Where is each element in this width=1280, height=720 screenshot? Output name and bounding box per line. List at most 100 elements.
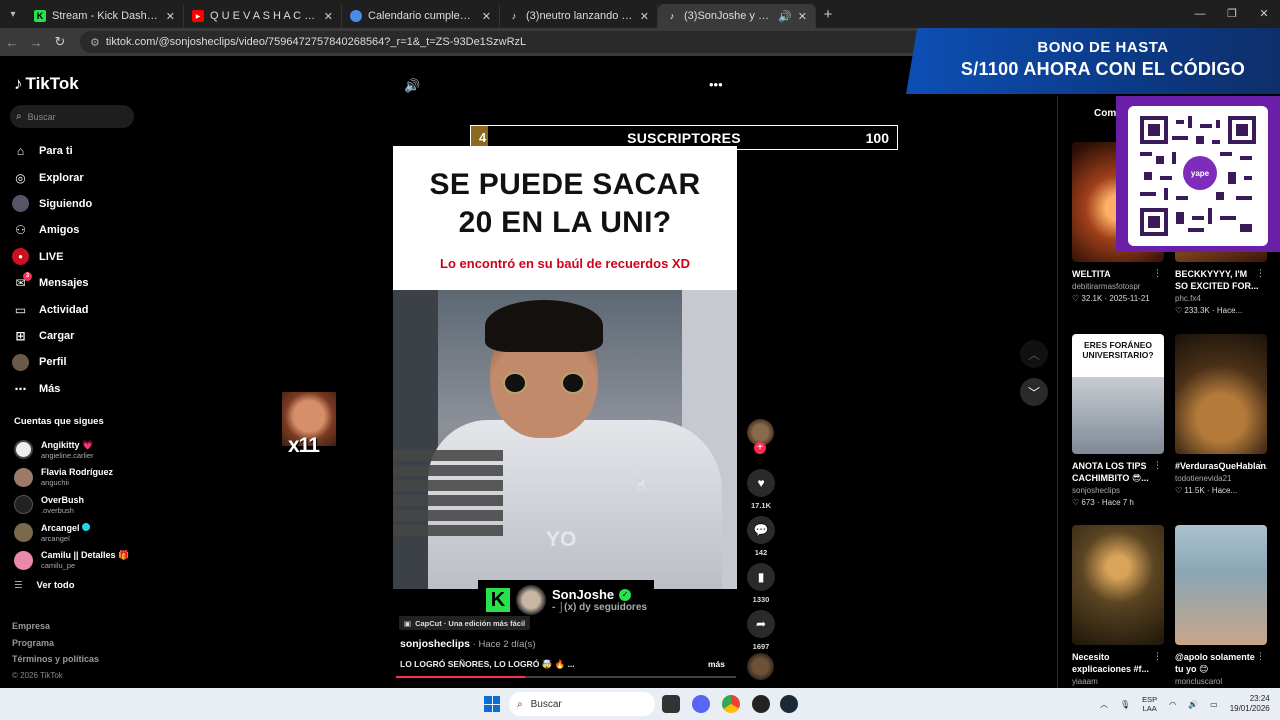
nav-mensajes[interactable]: ✉ 3 Mensajes	[12, 270, 142, 296]
video-player[interactable]: SE PUEDE SACAR 20 EN LA UNI? Lo encontró…	[393, 146, 737, 589]
comment-button[interactable]: 💬 142	[743, 516, 779, 557]
following-account[interactable]: OverBush .overbush	[14, 491, 144, 519]
music-disc-avatar[interactable]	[747, 653, 774, 680]
reload-icon[interactable]: ↻	[48, 34, 72, 50]
clock[interactable]: 23:24 19/01/2026	[1230, 694, 1270, 714]
nav-mas[interactable]: ⋯ Más	[12, 376, 142, 402]
verified-icon	[82, 522, 91, 531]
windows-taskbar: ⌕ Buscar ︿ 🎙 ESP LAA ◠ 🔊 ▭ 23:24 19/01/2026…	[0, 688, 1280, 720]
obs-icon[interactable]	[752, 695, 770, 713]
headline-line: 20 EN LA UNI?	[458, 206, 672, 239]
microphone-icon[interactable]: 🎙	[1120, 700, 1130, 709]
save-button[interactable]: ▮ 1330	[743, 563, 779, 604]
close-icon[interactable]: ✕	[166, 10, 175, 23]
activity-icon: ▭	[14, 302, 27, 317]
like-button[interactable]: ♥ 17.1K	[743, 469, 779, 510]
related-video[interactable]: @apolo solamente tu yo 😊 moncluscarol ⋮	[1175, 525, 1267, 686]
nav-live[interactable]: ● LIVE	[12, 244, 142, 270]
more-icon[interactable]: ⋮	[1256, 651, 1265, 662]
see-all-link[interactable]: ☰ Ver todo	[14, 580, 75, 591]
more-icon[interactable]: ⋮	[1153, 651, 1162, 662]
related-video-stats: ♡ 673 · Hace 7 h	[1072, 498, 1134, 507]
video-author[interactable]: sonjosheclips	[400, 638, 470, 650]
account-name: Angikitty 💗	[41, 439, 94, 450]
qr-code-panel: yape	[1116, 96, 1280, 252]
promo-banner[interactable]: BONO DE HASTA S/1100 AHORA CON EL CÓDIGO	[906, 28, 1280, 94]
follow-plus-icon[interactable]: +	[754, 442, 766, 454]
video-progress-bar[interactable]	[396, 676, 736, 678]
new-tab-button[interactable]: +	[816, 6, 840, 23]
footer-link[interactable]: Programa	[12, 635, 99, 652]
video-caption: LO LOGRÓ SEÑORES, LO LOGRÓ 🤯 🔥 ...	[400, 659, 575, 669]
volume-icon[interactable]: 🔊	[404, 78, 420, 94]
related-video[interactable]: #VerdurasQueHablan... todotienevida21 ♡ …	[1175, 334, 1267, 495]
wifi-icon[interactable]: ◠	[1169, 700, 1176, 709]
more-icon[interactable]: ⋮	[1256, 460, 1265, 471]
speaker-icon[interactable]: 🔊	[778, 10, 792, 23]
nav-amigos[interactable]: ⚇ Amigos	[12, 217, 142, 243]
tab-search-chevron-icon[interactable]: ▾	[0, 0, 26, 28]
video-frame: YO	[393, 290, 737, 589]
close-icon[interactable]: ✕	[324, 10, 333, 23]
following-account[interactable]: Flavia Rodríguez anguchii	[14, 464, 144, 492]
discord-icon[interactable]	[692, 695, 710, 713]
minimize-icon[interactable]: —	[1184, 0, 1216, 28]
video-author-row: sonjosheclips · Hace 2 día(s)	[400, 638, 536, 650]
site-info-icon[interactable]: ⚙	[90, 36, 100, 49]
close-icon[interactable]: ✕	[482, 10, 491, 23]
channel-name: SonJoshe	[552, 587, 615, 602]
nav-perfil[interactable]: Perfil	[12, 349, 142, 375]
chrome-icon[interactable]	[722, 695, 740, 713]
back-icon[interactable]: ←	[0, 35, 24, 50]
account-name: Flavia Rodríguez	[41, 467, 114, 478]
forward-icon[interactable]: →	[24, 35, 48, 50]
previous-video-button[interactable]: ︿	[1020, 340, 1048, 368]
taskbar-search[interactable]: ⌕ Buscar	[509, 692, 655, 716]
maximize-icon[interactable]: ❐	[1216, 0, 1248, 28]
tab-title: Q U E V A S H A C E R H O Y ?	[210, 10, 318, 22]
panel-divider	[1057, 96, 1058, 688]
account-handle: .overbush	[41, 505, 74, 515]
task-view-icon[interactable]	[662, 695, 680, 713]
language-indicator[interactable]: ESP LAA	[1142, 695, 1157, 713]
footer-link[interactable]: Términos y políticas	[12, 651, 99, 668]
windows-start-icon[interactable]	[484, 696, 500, 712]
related-video[interactable]: ERES FORÁNEO UNIVERSITARIO? ANOTA LOS TI…	[1072, 334, 1164, 507]
browser-tab[interactable]: K Stream - Kick Dashboard ✕	[26, 4, 184, 28]
share-button[interactable]: ➦ 1697	[743, 610, 779, 651]
following-account[interactable]: Angikitty 💗 angieline.carlier	[14, 436, 144, 464]
steam-icon[interactable]	[780, 695, 798, 713]
related-video-title: ANOTA LOS TIPS CACHIMBITO 😎...	[1072, 461, 1149, 483]
related-video[interactable]: Necesito explicaciones #f... yiaaam ⋮	[1072, 525, 1164, 686]
chevron-up-icon: ︿	[1027, 347, 1040, 362]
search-input[interactable]: ⌕ Buscar	[10, 105, 134, 128]
following-account[interactable]: Arcangel arcangel	[14, 519, 144, 547]
close-icon[interactable]: ✕	[640, 10, 649, 23]
browser-tab[interactable]: ♪ (3)neutro lanzando factos #viral ✕	[500, 4, 658, 28]
nav-actividad[interactable]: ▭ Actividad	[12, 296, 142, 322]
battery-icon[interactable]: ▭	[1210, 700, 1218, 709]
next-video-button[interactable]: ﹀	[1020, 378, 1048, 406]
more-options-icon[interactable]: •••	[709, 77, 723, 92]
nav-para-ti[interactable]: ⌂ Para ti	[12, 138, 142, 164]
browser-tab-active[interactable]: ♪ (3)SonJoshe y su locura dia 🔊 ✕	[658, 4, 816, 28]
nav-cargar[interactable]: ⊞ Cargar	[12, 323, 142, 349]
more-icon[interactable]: ⋮	[1256, 268, 1265, 279]
nav-explorar[interactable]: ◎ Explorar	[12, 164, 142, 190]
close-window-icon[interactable]: ✕	[1248, 0, 1280, 28]
browser-tab[interactable]: Calendario cumpleaños ilustrad ✕	[342, 4, 500, 28]
goal-current: 4	[479, 130, 487, 145]
volume-icon[interactable]: 🔊	[1188, 700, 1198, 709]
caption-more-link[interactable]: más	[708, 659, 725, 669]
tiktok-logo[interactable]: ♪ TikTok	[14, 74, 79, 94]
more-icon[interactable]: ⋮	[1153, 268, 1162, 279]
nav-siguiendo[interactable]: Siguiendo	[12, 191, 142, 217]
browser-tab[interactable]: ▶ Q U E V A S H A C E R H O Y ? ✕	[184, 4, 342, 28]
close-icon[interactable]: ✕	[798, 10, 807, 23]
footer-link[interactable]: Empresa	[12, 618, 99, 635]
more-icon[interactable]: ⋮	[1153, 460, 1162, 471]
capcut-tag[interactable]: ▣ CapCut · Una edición más fácil	[399, 616, 531, 630]
youtube-icon: ▶	[192, 10, 204, 22]
following-account[interactable]: Camilu || Detalles 🎁 camilu_pe	[14, 546, 144, 574]
tray-chevron-icon[interactable]: ︿	[1100, 699, 1108, 710]
